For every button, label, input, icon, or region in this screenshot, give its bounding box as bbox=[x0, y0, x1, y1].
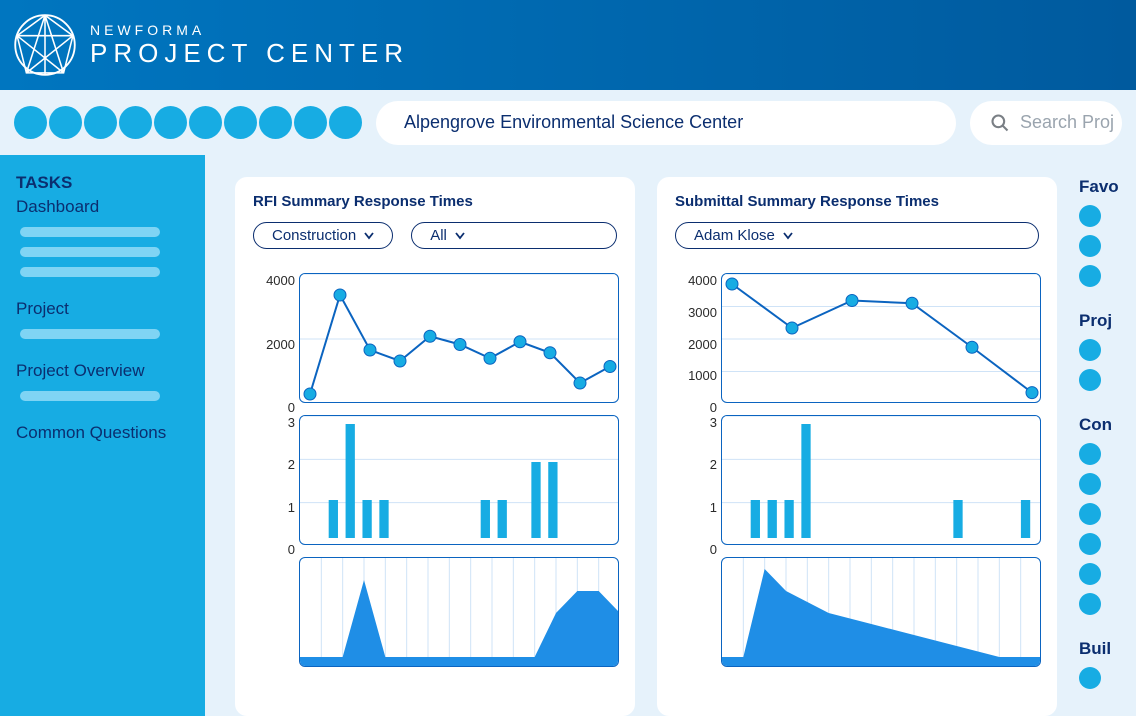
submittal-bar-y-axis: 3210 bbox=[675, 415, 717, 557]
rfi-bar-y-axis: 3210 bbox=[253, 415, 295, 557]
shortcut-dot[interactable] bbox=[189, 106, 222, 139]
rail-dot[interactable] bbox=[1079, 369, 1101, 391]
rail-dot[interactable] bbox=[1079, 473, 1101, 495]
rail-dot[interactable] bbox=[1079, 563, 1101, 585]
sidebar-item-questions[interactable]: Common Questions bbox=[16, 423, 189, 443]
shortcut-dot[interactable] bbox=[49, 106, 82, 139]
main-area: TASKS Dashboard Project Project Overview… bbox=[0, 155, 1136, 716]
rfi-line-chart bbox=[299, 273, 619, 403]
sidebar-placeholder bbox=[20, 329, 160, 339]
rail-dot[interactable] bbox=[1079, 503, 1101, 525]
shortcut-dot[interactable] bbox=[224, 106, 257, 139]
submittal-area-chart bbox=[721, 557, 1041, 667]
right-rail: Favo Proj Con Buil bbox=[1079, 177, 1135, 716]
rfi-dropdown-filter[interactable]: All bbox=[411, 222, 617, 249]
chevron-down-icon bbox=[364, 232, 374, 240]
rail-dot[interactable] bbox=[1079, 339, 1101, 361]
brand-company: NEWFORMA bbox=[90, 22, 409, 38]
rail-heading: Buil bbox=[1079, 639, 1135, 659]
newforma-logo-icon bbox=[14, 14, 76, 76]
search-input[interactable]: Search Proj bbox=[970, 101, 1122, 145]
rail-dot[interactable] bbox=[1079, 205, 1101, 227]
rfi-area-chart bbox=[299, 557, 619, 667]
chevron-down-icon bbox=[783, 232, 793, 240]
search-placeholder: Search Proj bbox=[1020, 112, 1114, 133]
project-selector[interactable]: Alpengrove Environmental Science Center bbox=[376, 101, 956, 145]
rfi-card-title: RFI Summary Response Times bbox=[253, 193, 617, 210]
rail-dot[interactable] bbox=[1079, 593, 1101, 615]
sidebar-placeholder bbox=[20, 267, 160, 277]
rail-dot[interactable] bbox=[1079, 265, 1101, 287]
rfi-card: RFI Summary Response Times Construction … bbox=[235, 177, 635, 716]
sidebar-placeholder bbox=[20, 247, 160, 257]
submittal-line-chart bbox=[721, 273, 1041, 403]
rail-heading: Favo bbox=[1079, 177, 1135, 197]
sidebar-placeholder bbox=[20, 227, 160, 237]
rail-dot[interactable] bbox=[1079, 443, 1101, 465]
shortcut-dot[interactable] bbox=[119, 106, 152, 139]
submittal-dropdown-person[interactable]: Adam Klose bbox=[675, 222, 1039, 249]
sidebar-item-dashboard[interactable]: Dashboard bbox=[16, 197, 189, 217]
rail-dot[interactable] bbox=[1079, 533, 1101, 555]
rail-dot[interactable] bbox=[1079, 667, 1101, 689]
submittal-line-y-axis: 40003000200010000 bbox=[675, 273, 717, 415]
brand-text: NEWFORMA PROJECT CENTER bbox=[90, 22, 409, 69]
rfi-dropdown-phase[interactable]: Construction bbox=[253, 222, 393, 249]
shortcut-dot[interactable] bbox=[14, 106, 47, 139]
search-icon bbox=[990, 113, 1010, 133]
shortcut-dot[interactable] bbox=[294, 106, 327, 139]
shortcut-dot[interactable] bbox=[259, 106, 292, 139]
top-bar: Alpengrove Environmental Science Center … bbox=[0, 90, 1136, 155]
project-name: Alpengrove Environmental Science Center bbox=[404, 112, 743, 133]
rail-heading: Proj bbox=[1079, 311, 1135, 331]
submittal-card: Submittal Summary Response Times Adam Kl… bbox=[657, 177, 1057, 716]
rfi-line-y-axis: 400020000 bbox=[253, 273, 295, 415]
shortcut-dots bbox=[14, 106, 362, 139]
brand-product: PROJECT CENTER bbox=[90, 38, 409, 69]
sidebar-item-overview[interactable]: Project Overview bbox=[16, 361, 189, 381]
submittal-card-title: Submittal Summary Response Times bbox=[675, 193, 1039, 210]
rail-heading: Con bbox=[1079, 415, 1135, 435]
shortcut-dot[interactable] bbox=[329, 106, 362, 139]
chevron-down-icon bbox=[455, 232, 465, 240]
app-header: NEWFORMA PROJECT CENTER bbox=[0, 0, 1136, 90]
sidebar-placeholder bbox=[20, 391, 160, 401]
dashboard-content: RFI Summary Response Times Construction … bbox=[205, 155, 1136, 716]
sidebar-heading-tasks: TASKS bbox=[16, 173, 189, 193]
rail-dot[interactable] bbox=[1079, 235, 1101, 257]
sidebar-item-project[interactable]: Project bbox=[16, 299, 189, 319]
submittal-bar-chart bbox=[721, 415, 1041, 545]
shortcut-dot[interactable] bbox=[84, 106, 117, 139]
sidebar: TASKS Dashboard Project Project Overview… bbox=[0, 155, 205, 716]
shortcut-dot[interactable] bbox=[154, 106, 187, 139]
rfi-bar-chart bbox=[299, 415, 619, 545]
